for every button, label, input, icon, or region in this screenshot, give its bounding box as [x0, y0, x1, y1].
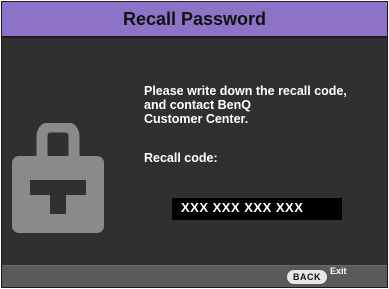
- message-line: Customer Center.: [144, 112, 249, 126]
- back-button[interactable]: BACK: [286, 269, 328, 285]
- lock-icon: [12, 123, 104, 233]
- recall-code-field: XXX XXX XXX XXX: [172, 198, 342, 220]
- recall-code-label: Recall code:: [144, 151, 218, 165]
- message-line: Please write down the recall code,: [144, 84, 347, 98]
- footer-bar: BACK Exit: [2, 265, 387, 287]
- exit-label: Exit: [330, 266, 347, 276]
- message-line: and contact BenQ: [144, 98, 251, 112]
- dialog-title: Recall Password: [2, 2, 387, 38]
- instruction-message: Please write down the recall code, and c…: [144, 84, 384, 126]
- recall-password-dialog: Recall Password Please write down the re…: [1, 1, 388, 288]
- recall-code-value: XXX XXX XXX XXX: [181, 200, 304, 215]
